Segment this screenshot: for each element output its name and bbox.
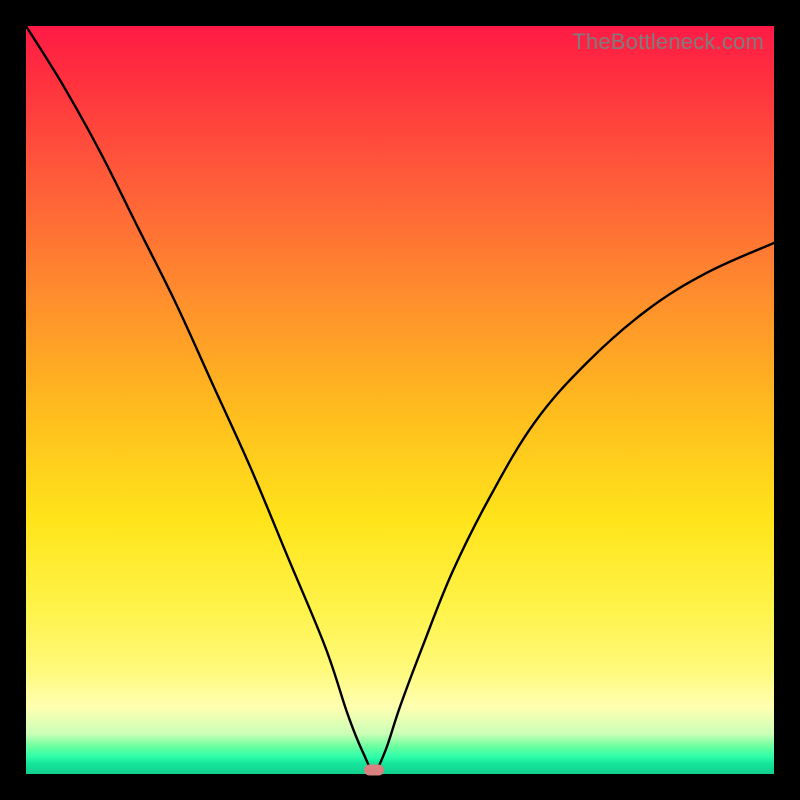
bottleneck-curve xyxy=(26,26,774,774)
plot-area: TheBottleneck.com xyxy=(26,26,774,774)
chart-frame: TheBottleneck.com xyxy=(0,0,800,800)
optimal-marker xyxy=(364,765,384,776)
watermark-text: TheBottleneck.com xyxy=(572,29,764,55)
